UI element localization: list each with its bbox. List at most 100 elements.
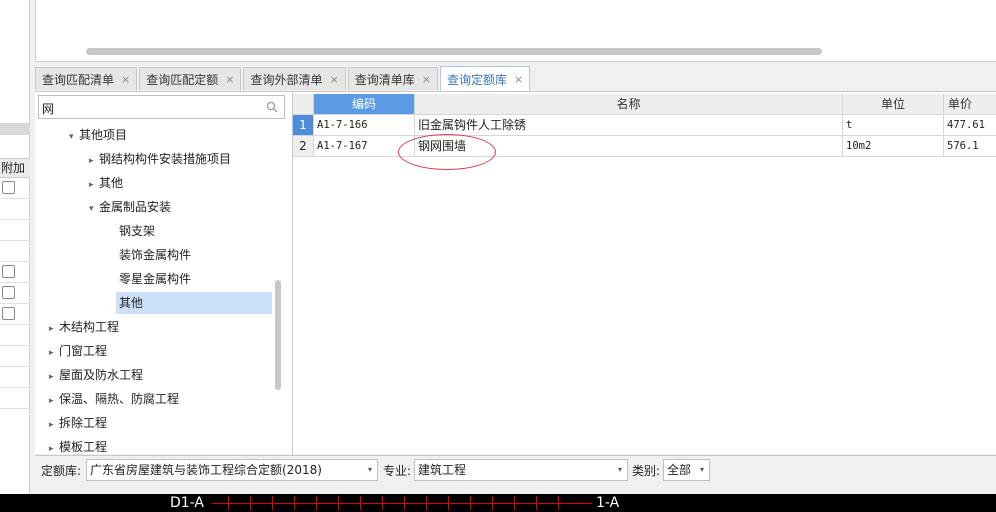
tree-node[interactable]: ▸ 拆除工程 — [49, 412, 107, 434]
cad-tick — [316, 496, 317, 510]
chevron-down-icon: ▾ — [367, 465, 372, 474]
left-panel-row — [0, 199, 30, 220]
row-checkbox[interactable] — [2, 181, 15, 194]
expand-arrow-icon[interactable]: ▸ — [49, 342, 59, 364]
collapse-arrow-icon[interactable]: ▾ — [89, 198, 99, 220]
tab-query-external-bill[interactable]: 查询外部清单 × — [243, 67, 346, 90]
collapse-arrow-icon[interactable]: ▾ — [69, 126, 79, 148]
row-number: 1 — [293, 115, 314, 136]
major-select[interactable]: 建筑工程 ▾ — [414, 459, 628, 481]
upper-content-panel — [35, 0, 996, 62]
row-checkbox[interactable] — [2, 307, 15, 320]
tree-node-label: 其他 — [119, 296, 144, 310]
cad-tick — [228, 496, 229, 510]
tree-node[interactable]: 钢支架 — [119, 220, 155, 242]
expand-arrow-icon[interactable]: ▸ — [89, 174, 99, 196]
tab-query-quota-library[interactable]: 查询定额库 × — [439, 66, 531, 91]
row-checkbox[interactable] — [2, 286, 15, 299]
quota-library-label: 定额库: — [41, 464, 82, 478]
tree-node[interactable]: 零星金属构件 — [119, 268, 191, 290]
row-checkbox[interactable] — [2, 265, 15, 278]
left-panel-row — [0, 367, 30, 388]
left-panel-column-header: 附加 — [0, 158, 30, 178]
close-icon[interactable]: × — [422, 73, 431, 86]
tree-node[interactable]: ▾ 其他项目 — [69, 124, 127, 146]
tree-node[interactable]: ▸ 钢结构构件安装措施项目 — [89, 148, 231, 170]
tab-query-matched-quota[interactable]: 查询匹配定额 × — [139, 67, 242, 90]
tree-node-label: 木结构工程 — [59, 320, 120, 334]
close-icon[interactable]: × — [329, 73, 338, 86]
tree-node-label: 钢结构构件安装措施项目 — [99, 152, 232, 166]
chevron-down-icon: ▾ — [699, 465, 704, 474]
tree-node[interactable]: ▸ 模板工程 — [49, 436, 107, 455]
cell-unit[interactable]: 10m2 — [843, 136, 944, 157]
close-icon[interactable]: × — [121, 73, 130, 86]
column-header-code[interactable]: 编码 — [314, 94, 415, 115]
cell-price[interactable]: 477.61 — [944, 115, 996, 136]
cad-drawing-strip: D1-A 1-A — [0, 494, 996, 512]
tree-vertical-scrollbar[interactable] — [275, 280, 281, 390]
axis-label-left: D1-A — [170, 495, 205, 511]
table-header-row: 编码 名称 单位 单价 — [293, 94, 996, 115]
tree-node-label: 屋面及防水工程 — [59, 368, 144, 382]
tree-node-label: 保温、隔热、防腐工程 — [59, 392, 180, 406]
cad-tick — [272, 496, 273, 510]
tree-node[interactable]: 装饰金属构件 — [119, 244, 191, 266]
cad-tick — [492, 496, 493, 510]
tab-query-bill-library[interactable]: 查询清单库 × — [347, 67, 438, 90]
category-select[interactable]: 全部 ▾ — [663, 459, 710, 481]
expand-arrow-icon[interactable]: ▸ — [49, 414, 59, 436]
tree-node-label: 装饰金属构件 — [119, 248, 192, 262]
tree-node[interactable]: ▸ 木结构工程 — [49, 316, 119, 338]
row-number-header — [293, 94, 314, 115]
tree-node[interactable]: ▸ 门窗工程 — [49, 340, 107, 362]
cad-tick — [382, 496, 383, 510]
cad-tick — [360, 496, 361, 510]
query-tab-bar: 查询匹配清单 × 查询匹配定额 × 查询外部清单 × 查询清单库 × 查询定额库… — [35, 66, 532, 91]
left-panel-row — [0, 178, 30, 199]
tree-node-label: 其他 — [99, 176, 124, 190]
tree-node[interactable]: ▸ 保温、隔热、防腐工程 — [49, 388, 179, 410]
quota-library-select[interactable]: 广东省房屋建筑与装饰工程综合定额(2018) ▾ — [86, 459, 378, 481]
tree-node-label: 其他项目 — [79, 128, 128, 142]
left-panel-header-band — [0, 123, 30, 135]
tree-node-label: 模板工程 — [59, 440, 108, 454]
table-row[interactable]: 1 A1-7-166 旧金属钩件人工除锈 t 477.61 — [293, 115, 996, 136]
left-panel-row — [0, 241, 30, 262]
cell-name[interactable]: 旧金属钩件人工除锈 — [415, 115, 843, 136]
search-icon[interactable] — [266, 101, 278, 113]
left-panel-row — [0, 262, 30, 283]
major-value: 建筑工程 — [418, 463, 467, 477]
cell-code[interactable]: A1-7-166 — [314, 115, 415, 136]
tab-query-matched-bill[interactable]: 查询匹配清单 × — [35, 67, 138, 90]
column-header-name[interactable]: 名称 — [415, 94, 843, 115]
tree-node-label: 拆除工程 — [59, 416, 108, 430]
tree-node[interactable]: ▸ 其他 — [89, 172, 123, 194]
cad-tick — [470, 496, 471, 510]
cad-tick — [404, 496, 405, 510]
tree-node-selected[interactable]: 其他 — [116, 292, 272, 314]
search-input[interactable]: 网 — [38, 95, 285, 119]
cell-price[interactable]: 576.1 — [944, 136, 996, 157]
expand-arrow-icon[interactable]: ▸ — [49, 438, 59, 455]
expand-arrow-icon[interactable]: ▸ — [49, 318, 59, 340]
tab-label: 查询匹配清单 — [42, 72, 115, 87]
close-icon[interactable]: × — [225, 73, 234, 86]
expand-arrow-icon[interactable]: ▸ — [49, 390, 59, 412]
chevron-down-icon: ▾ — [617, 465, 622, 474]
quota-results-table: 编码 名称 单位 单价 1 A1-7-166 旧金属钩件人工除锈 t 477.6… — [292, 92, 996, 455]
column-header-price[interactable]: 单价 — [944, 94, 996, 115]
red-annotation-ellipse — [398, 134, 496, 170]
column-header-unit[interactable]: 单位 — [843, 94, 944, 115]
expand-arrow-icon[interactable]: ▸ — [89, 150, 99, 172]
filter-bar: 定额库: 广东省房屋建筑与装饰工程综合定额(2018) ▾ 专业: 建筑工程 ▾… — [35, 455, 996, 483]
tree-node[interactable]: ▸ 屋面及防水工程 — [49, 364, 143, 386]
tab-label: 查询清单库 — [354, 72, 415, 87]
cell-unit[interactable]: t — [843, 115, 944, 136]
horizontal-scrollbar[interactable] — [86, 48, 822, 55]
expand-arrow-icon[interactable]: ▸ — [49, 366, 59, 388]
tab-label: 查询匹配定额 — [146, 72, 219, 87]
tree-node[interactable]: ▾ 金属制品安装 — [89, 196, 171, 218]
tree-node-label: 零星金属构件 — [119, 272, 192, 286]
close-icon[interactable]: × — [514, 73, 523, 86]
